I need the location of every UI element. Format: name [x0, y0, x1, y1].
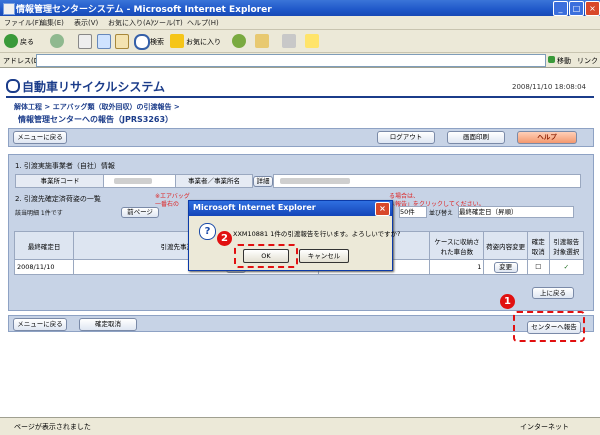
mail-icon[interactable]: [255, 34, 269, 48]
per-page-select[interactable]: 50件: [399, 206, 427, 218]
row-change-button[interactable]: 変更: [493, 261, 518, 273]
dialog-message: XXM10881 1件の引渡報告を行います。よろしいですか?: [233, 230, 401, 238]
stop-icon[interactable]: [78, 34, 92, 49]
section1-title: 1. 引渡実施事業者（自社）情報: [15, 162, 115, 170]
dialog-cancel-button[interactable]: キャンセル: [299, 249, 349, 263]
col-header: 最終確定日: [13, 231, 75, 260]
favorites-button-label[interactable]: お気に入り: [186, 37, 221, 47]
ie-app-icon: [3, 3, 15, 15]
sort-select[interactable]: 最終確定日（昇順）: [458, 206, 574, 218]
links-label[interactable]: リンク: [577, 56, 598, 66]
dialog-title: Microsoft Internet Explorer: [193, 203, 316, 212]
datetime-stamp: 2008/11/10 18:08:04: [511, 83, 586, 91]
back-to-menu-button[interactable]: メニューに戻る: [13, 131, 67, 144]
office-name-label: 事業者／事業所名: [175, 174, 253, 188]
browser-toolbar: 戻る 検索 お気に入り: [0, 30, 600, 53]
header-divider: [6, 96, 594, 98]
result-count: 該当明細 1件です: [15, 210, 63, 217]
office-code-value: [103, 174, 177, 188]
site-brand: 自動車リサイクルシステム: [22, 80, 166, 94]
search-button-label[interactable]: 検索: [150, 37, 164, 47]
status-bar: ページが表示されました インターネット: [0, 417, 600, 435]
highlight-ok-button: [234, 244, 298, 268]
menu-file[interactable]: ファイル(F): [4, 18, 42, 28]
refresh-icon[interactable]: [97, 34, 111, 49]
menu-edit[interactable]: 編集(E): [40, 18, 64, 28]
close-window-button[interactable]: ×: [585, 1, 600, 16]
breadcrumb: 解体工程 > エアバッグ類（取外回収）の引渡報告 >: [14, 103, 180, 111]
maximize-button[interactable]: □: [569, 1, 584, 16]
address-bar: アドレス(D) 移動 リンク: [0, 53, 600, 68]
page-title: 情報管理センターへの報告（JPRS3263）: [18, 115, 174, 124]
bottom-button-row: メニューに戻る 確定取消 センターへ報告: [8, 315, 594, 334]
menu-bar: ファイル(F) 編集(E) 表示(V) お気に入り(A) ツール(T) ヘルプ(…: [0, 16, 600, 30]
office-name-value: [273, 174, 581, 188]
home-icon[interactable]: [115, 34, 129, 49]
col-header: 引渡報告対象選択: [548, 231, 585, 260]
logout-button[interactable]: ログアウト: [377, 131, 435, 144]
cancel-confirm-button[interactable]: 確定取消: [79, 318, 137, 331]
row-cancel-checkbox[interactable]: ☐: [526, 259, 550, 275]
folder-icon[interactable]: [305, 34, 319, 48]
status-text: ページが表示されました: [14, 423, 91, 431]
window-title: 情報管理センターシステム - Microsoft Internet Explor…: [16, 5, 272, 15]
col-header: 確定取消: [526, 231, 550, 260]
zone-text: インターネット: [520, 423, 569, 431]
office-code-label: 事業所コード: [15, 174, 105, 188]
back-button-label[interactable]: 戻る: [20, 37, 34, 47]
back-to-top-button[interactable]: 上に戻る: [532, 287, 574, 299]
help-button[interactable]: ヘルプ: [517, 131, 577, 144]
print-icon[interactable]: [282, 34, 296, 48]
col-header: 荷姿内容変更: [483, 231, 528, 260]
favorites-star-icon[interactable]: [170, 34, 184, 48]
dialog-titlebar: Microsoft Internet Explorer ×: [189, 201, 392, 216]
row-date: 2008/11/10: [13, 259, 75, 275]
forward-arrow-icon[interactable]: [50, 34, 64, 48]
confirm-dialog: Microsoft Internet Explorer × ? XXM10881…: [188, 200, 401, 271]
search-icon[interactable]: [134, 34, 150, 50]
menu-favorites[interactable]: お気に入り(A): [108, 18, 153, 28]
step-marker-2: 2: [217, 231, 232, 246]
col-header: ケースに収納された車台数: [429, 231, 485, 260]
window-titlebar: 情報管理センターシステム - Microsoft Internet Explor…: [0, 0, 600, 16]
go-button-label[interactable]: 移動: [557, 56, 571, 66]
menu-view[interactable]: 表示(V): [74, 18, 98, 28]
highlight-report-button: [513, 311, 585, 342]
row-report-checkbox[interactable]: ✓: [548, 259, 585, 275]
sort-label: 並び替え: [429, 210, 454, 217]
bottom-menu-button[interactable]: メニューに戻る: [13, 318, 67, 331]
step-marker-1: 1: [500, 294, 515, 309]
prev-page-button[interactable]: 前ページ: [121, 207, 159, 218]
print-screen-button[interactable]: 画面印刷: [447, 131, 505, 144]
address-input[interactable]: [36, 54, 546, 67]
go-arrow-icon[interactable]: [548, 56, 555, 63]
menu-tools[interactable]: ツール(T): [152, 18, 183, 28]
minimize-button[interactable]: _: [553, 1, 568, 16]
back-arrow-icon[interactable]: [4, 34, 18, 48]
recycle-logo-icon: [6, 79, 20, 93]
row-vehicle-count: 1: [429, 259, 485, 275]
section2-title: 2. 引渡先確定済荷姿の一覧: [15, 195, 101, 203]
history-icon[interactable]: [232, 34, 246, 48]
dialog-close-button[interactable]: ×: [375, 202, 390, 216]
instruction-note: 一番右の: [155, 201, 180, 208]
question-icon: ?: [199, 223, 216, 240]
row-change-cell: 変更: [483, 259, 528, 275]
menu-help[interactable]: ヘルプ(H): [187, 18, 219, 28]
top-button-row: メニューに戻る ログアウト 画面印刷 ヘルプ: [8, 128, 594, 147]
office-detail-button[interactable]: 詳細: [253, 176, 273, 187]
